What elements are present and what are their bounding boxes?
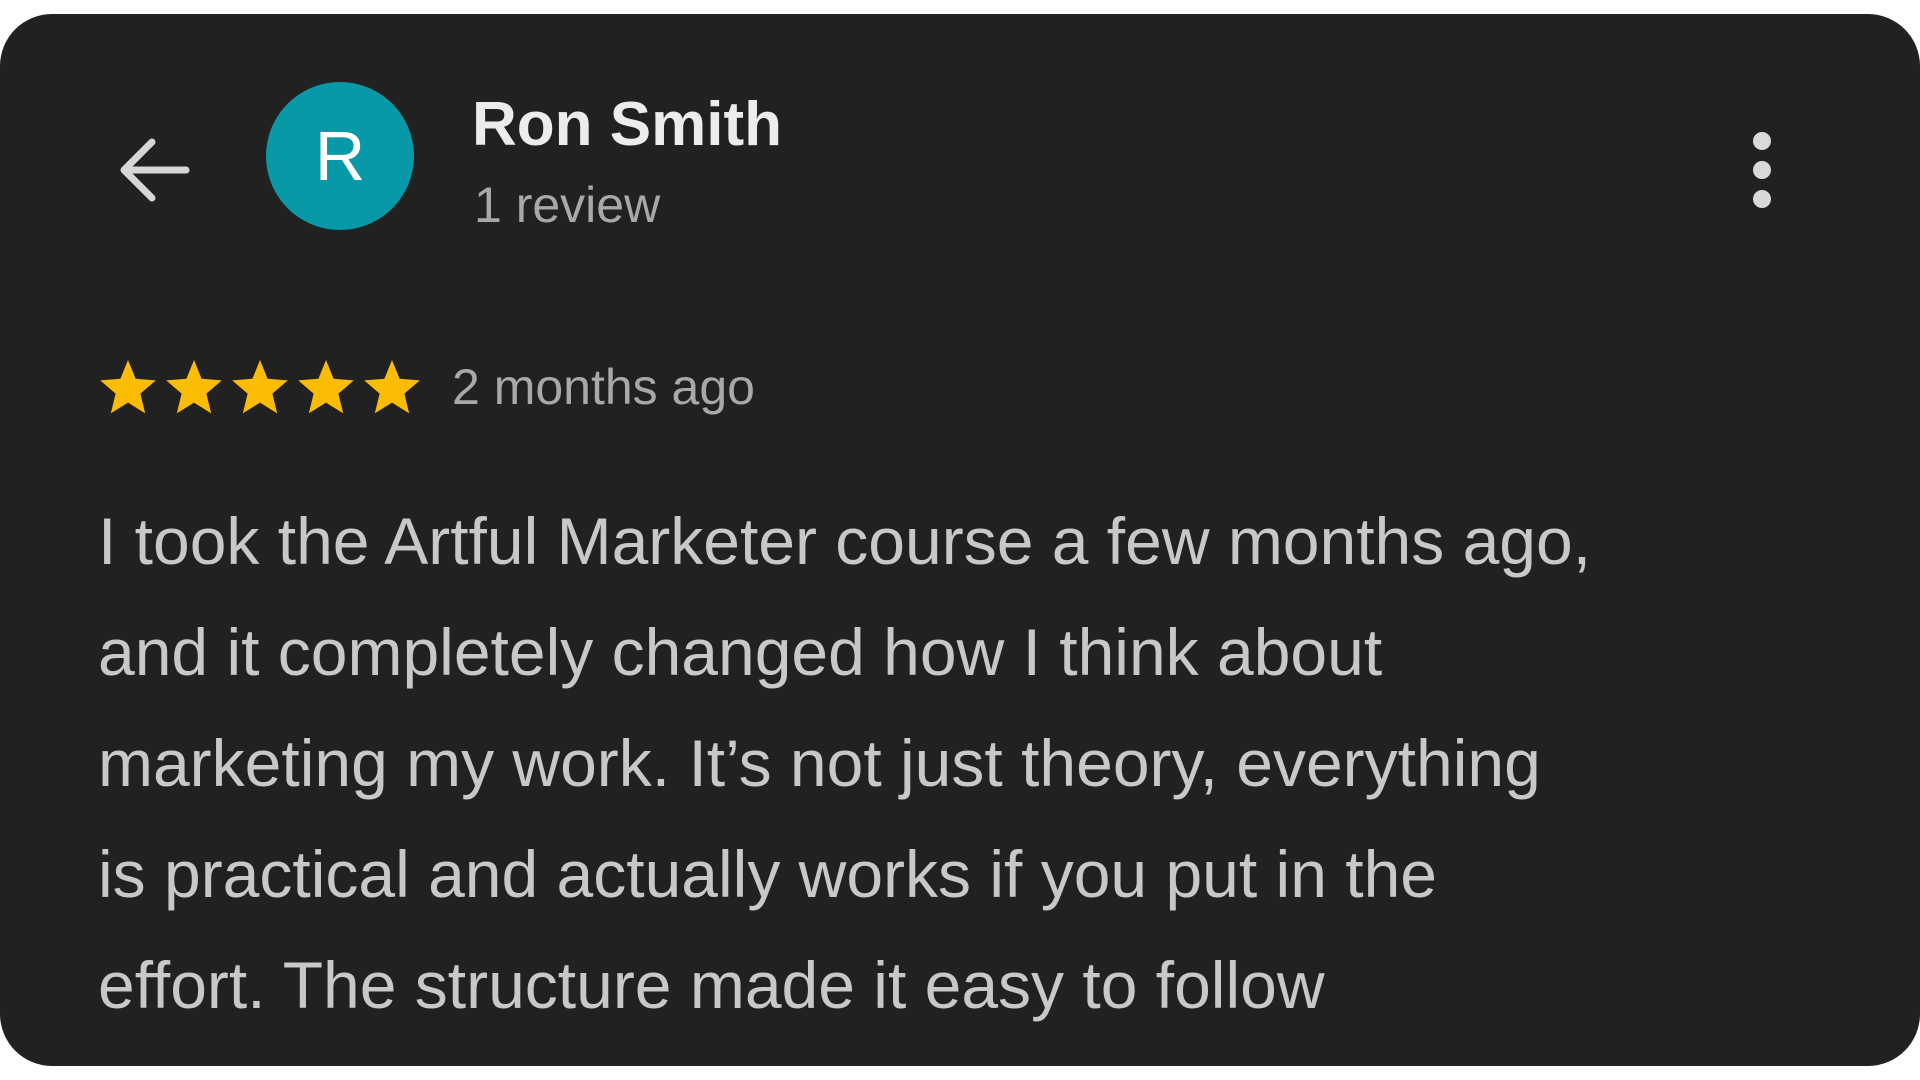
star-icon xyxy=(364,360,420,414)
star-icon xyxy=(166,360,222,414)
star-icon xyxy=(298,360,354,414)
review-text-line: and it completely changed how I think ab… xyxy=(98,615,1383,689)
more-vert-icon xyxy=(1753,132,1771,150)
review-text-line: effort. The structure made it easy to fo… xyxy=(98,948,1325,1022)
review-text: I took the Artful Marketer course a few … xyxy=(98,486,1838,1041)
review-card: R Ron Smith 1 review 2 months ago I took… xyxy=(0,14,1920,1066)
rating-row: 2 months ago xyxy=(98,354,755,420)
more-options-button[interactable] xyxy=(1726,120,1798,220)
star-rating xyxy=(98,357,422,417)
review-text-line: is practical and actually works if you p… xyxy=(98,837,1437,911)
review-count: 1 review xyxy=(474,177,661,233)
author-name[interactable]: Ron Smith xyxy=(472,94,782,156)
more-vert-icon-dot xyxy=(1753,161,1771,179)
review-text-line: marketing my work. It’s not just theory,… xyxy=(98,726,1541,800)
star-icon xyxy=(232,360,288,414)
review-timestamp: 2 months ago xyxy=(452,359,755,415)
arrow-back-icon xyxy=(120,138,190,202)
avatar[interactable]: R xyxy=(266,82,414,230)
back-button[interactable] xyxy=(108,124,200,216)
avatar-initial: R xyxy=(314,117,366,195)
review-text-line: I took the Artful Marketer course a few … xyxy=(98,504,1592,578)
more-vert-icon-dot xyxy=(1753,190,1771,208)
star-icon xyxy=(100,360,156,414)
